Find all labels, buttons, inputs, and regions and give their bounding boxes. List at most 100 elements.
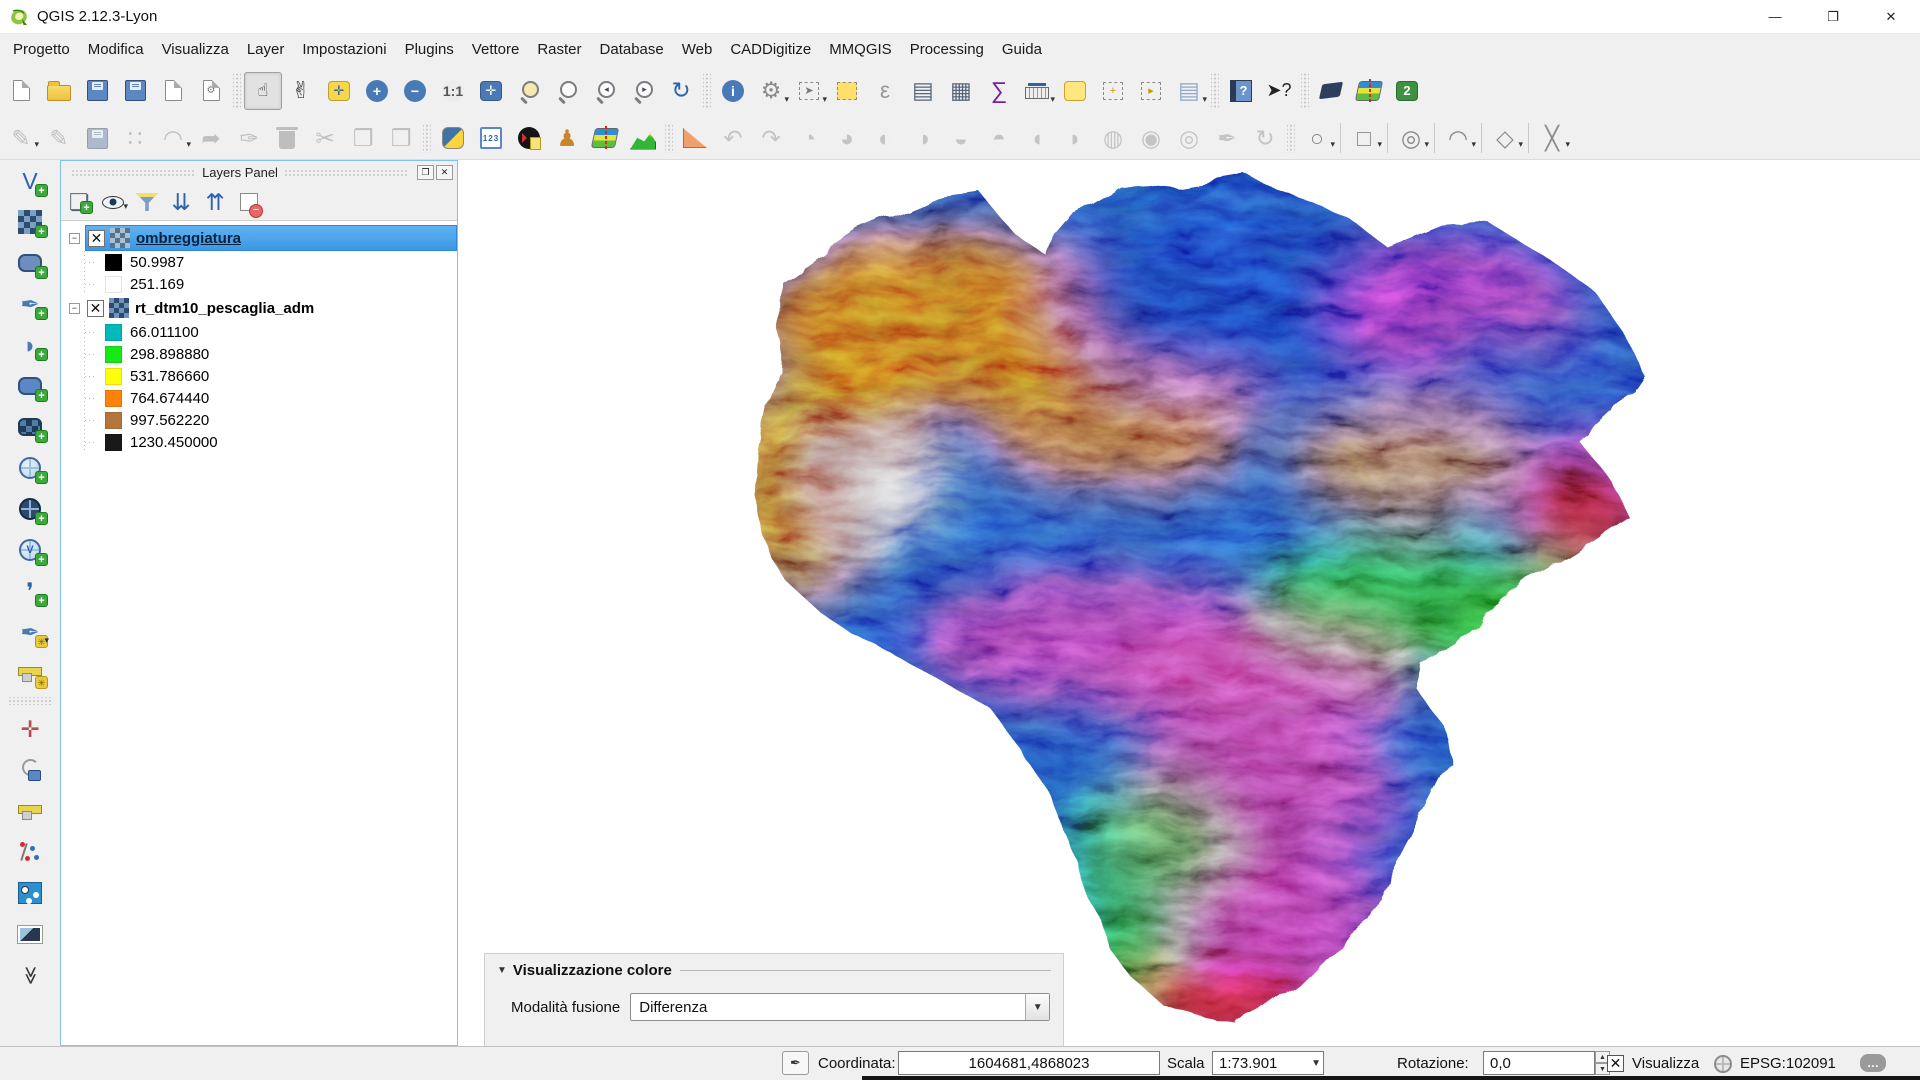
filter-legend-button[interactable] bbox=[131, 187, 163, 217]
deselect-all-button[interactable] bbox=[828, 72, 866, 110]
add-oracle-layer-button[interactable]: + bbox=[10, 367, 50, 405]
dropdown-arrow-icon[interactable]: ▾ bbox=[784, 94, 789, 105]
zoom-out-button[interactable]: − bbox=[396, 72, 434, 110]
expand-all-button[interactable]: ⇊ bbox=[165, 187, 197, 217]
text-annotation-button[interactable]: ▤▾ bbox=[1170, 72, 1208, 110]
dropdown-arrow-icon[interactable]: ▾ bbox=[1050, 94, 1055, 105]
plugin-calc-button[interactable]: 123 bbox=[472, 121, 510, 155]
cad-circle-center-button[interactable]: ◎▾ bbox=[1392, 121, 1430, 155]
pipe-tool-button[interactable] bbox=[10, 792, 50, 830]
pan-map-button[interactable]: ✌ bbox=[282, 72, 320, 110]
zoom-full-button[interactable]: ✛ bbox=[472, 72, 510, 110]
add-feature-button[interactable]: ∷ bbox=[116, 121, 154, 155]
add-ring-button[interactable]: ◎ bbox=[1170, 121, 1208, 155]
map-tips-button[interactable] bbox=[1056, 72, 1094, 110]
cad-pentagon-button[interactable]: ◇▾ bbox=[1486, 121, 1524, 155]
add-spatialite-layer-button[interactable]: ✒+ bbox=[10, 285, 50, 323]
dropdown-arrow-icon[interactable]: ▾ bbox=[1565, 139, 1570, 150]
fill-ring-button[interactable]: ◍ bbox=[1094, 121, 1132, 155]
restore-button[interactable]: ❐ bbox=[1804, 0, 1862, 33]
add-wfs-layer-button[interactable]: V+ bbox=[10, 531, 50, 569]
add-delimited-text-layer-button[interactable]: ❜+ bbox=[10, 572, 50, 610]
rotate-point-symbols-button[interactable]: ↻ bbox=[1246, 121, 1284, 155]
identify-features-button[interactable]: i bbox=[714, 72, 752, 110]
add-wms-layer-button[interactable]: + bbox=[10, 449, 50, 487]
composer-manager-button[interactable]: ⚙ bbox=[192, 72, 230, 110]
zoom-to-layer-button[interactable] bbox=[510, 72, 548, 110]
help-contents-button[interactable]: ? bbox=[1222, 72, 1260, 110]
dropdown-arrow-icon[interactable]: ▾ bbox=[123, 201, 128, 212]
measure-button[interactable]: ▾ bbox=[1018, 72, 1056, 110]
reshape-features-button[interactable]: ◕ bbox=[828, 121, 866, 155]
menu-impostazioni[interactable]: Impostazioni bbox=[293, 37, 395, 62]
crosshair-tool-button[interactable]: ✛ bbox=[10, 710, 50, 748]
copy-features-button[interactable]: ❐ bbox=[344, 121, 382, 155]
scale-combo[interactable]: 1:73.901 ▼ bbox=[1212, 1051, 1324, 1075]
layer-row[interactable]: −✕rt_dtm10_pescaglia_adm bbox=[61, 295, 457, 321]
dropdown-arrow-icon[interactable]: ▾ bbox=[1377, 139, 1382, 150]
merge-features-button[interactable]: ◒ bbox=[942, 121, 980, 155]
cad-arc-button[interactable]: ◠▾ bbox=[1439, 121, 1477, 155]
cad-rectangle-button[interactable]: □▾ bbox=[1345, 121, 1383, 155]
zoom-to-selection-button[interactable] bbox=[548, 72, 586, 110]
coordinate-capture-icon[interactable]: ✒ bbox=[782, 1051, 809, 1075]
menu-mmqgis[interactable]: MMQGIS bbox=[820, 37, 901, 62]
add-db2-layer-button[interactable]: + bbox=[10, 408, 50, 446]
plugin-terrain-button[interactable] bbox=[624, 121, 662, 155]
menu-guida[interactable]: Guida bbox=[993, 37, 1051, 62]
messages-bubble-icon[interactable]: … bbox=[1860, 1054, 1886, 1072]
delete-ring-button[interactable]: ◗ bbox=[1056, 121, 1094, 155]
redo-button[interactable]: ↷ bbox=[752, 121, 790, 155]
run-feature-action-button[interactable]: ⚙▾ bbox=[752, 72, 790, 110]
dropdown-arrow-icon[interactable]: ▾ bbox=[822, 94, 827, 105]
remove-layer-button[interactable] bbox=[233, 187, 265, 217]
menu-web[interactable]: Web bbox=[673, 37, 722, 62]
scale-dropdown-icon[interactable]: ▼ bbox=[1311, 1058, 1321, 1069]
add-part-button[interactable]: ◉ bbox=[1132, 121, 1170, 155]
menu-raster[interactable]: Raster bbox=[528, 37, 590, 62]
touch-zoom-pan-button[interactable]: ☝ bbox=[244, 72, 282, 110]
dropdown-arrow-icon[interactable]: ▾ bbox=[34, 139, 39, 150]
zoom-native-button[interactable]: 1:1 bbox=[434, 72, 472, 110]
collapse-arrow-icon[interactable]: ▼ bbox=[497, 965, 507, 976]
plugin-green-button[interactable]: 2 bbox=[1388, 72, 1426, 110]
current-edits-button[interactable]: ✎▾ bbox=[2, 121, 40, 155]
new-bookmark-button[interactable]: + bbox=[1094, 72, 1132, 110]
layer-checkbox[interactable]: ✕ bbox=[87, 300, 104, 317]
menu-progetto[interactable]: Progetto bbox=[4, 37, 79, 62]
merge-attributes-button[interactable]: ◓ bbox=[980, 121, 1018, 155]
new-print-composer-button[interactable] bbox=[154, 72, 192, 110]
select-by-expression-button[interactable]: ε bbox=[866, 72, 904, 110]
geometry-nodes-tool-button[interactable] bbox=[10, 833, 50, 871]
menu-plugins[interactable]: Plugins bbox=[396, 37, 463, 62]
add-mssql-layer-button[interactable]: ◗+ bbox=[10, 326, 50, 364]
plugin-layer-stack-button[interactable] bbox=[1350, 72, 1388, 110]
expander-icon[interactable]: − bbox=[69, 303, 80, 314]
hook-tool-button[interactable] bbox=[10, 751, 50, 789]
new-project-button[interactable] bbox=[2, 72, 40, 110]
show-bookmarks-button[interactable]: ▸ bbox=[1132, 72, 1170, 110]
rotation-spinbox[interactable]: 0,0 ▲▼ bbox=[1483, 1051, 1595, 1075]
refresh-map-button[interactable]: ↻ bbox=[662, 72, 700, 110]
dropdown-arrow-icon[interactable]: ▾ bbox=[1424, 139, 1429, 150]
open-attribute-table-button[interactable]: ▤ bbox=[904, 72, 942, 110]
simplify-feature-button[interactable]: ✒ bbox=[1208, 121, 1246, 155]
menu-processing[interactable]: Processing bbox=[901, 37, 993, 62]
plugin-swap-layers-button[interactable] bbox=[586, 121, 624, 155]
zoom-last-button[interactable]: ◂ bbox=[586, 72, 624, 110]
offset-curve-button[interactable]: ◔ bbox=[790, 121, 828, 155]
whats-this-button[interactable]: ➤? bbox=[1260, 72, 1298, 110]
dropdown-arrow-icon[interactable]: ▾ bbox=[1202, 94, 1207, 105]
cad-intersection-button[interactable]: ╳▾ bbox=[1533, 121, 1571, 155]
add-raster-layer-button[interactable]: + bbox=[10, 203, 50, 241]
zoom-in-button[interactable]: + bbox=[358, 72, 396, 110]
plugin-diamond-button[interactable] bbox=[1312, 72, 1350, 110]
expander-icon[interactable]: − bbox=[69, 233, 80, 244]
dropdown-arrow-icon[interactable]: ▾ bbox=[1330, 139, 1335, 150]
zoom-next-button[interactable]: ▸ bbox=[624, 72, 662, 110]
layer-row-surface[interactable]: ✕ombreggiatura bbox=[85, 225, 457, 251]
save-layer-edits-button[interactable] bbox=[78, 121, 116, 155]
toolbar-overflow-button[interactable]: ≫ bbox=[10, 956, 50, 994]
plugin-statue-button[interactable]: ♟ bbox=[548, 121, 586, 155]
add-vector-layer-button[interactable]: V+ bbox=[10, 162, 50, 200]
